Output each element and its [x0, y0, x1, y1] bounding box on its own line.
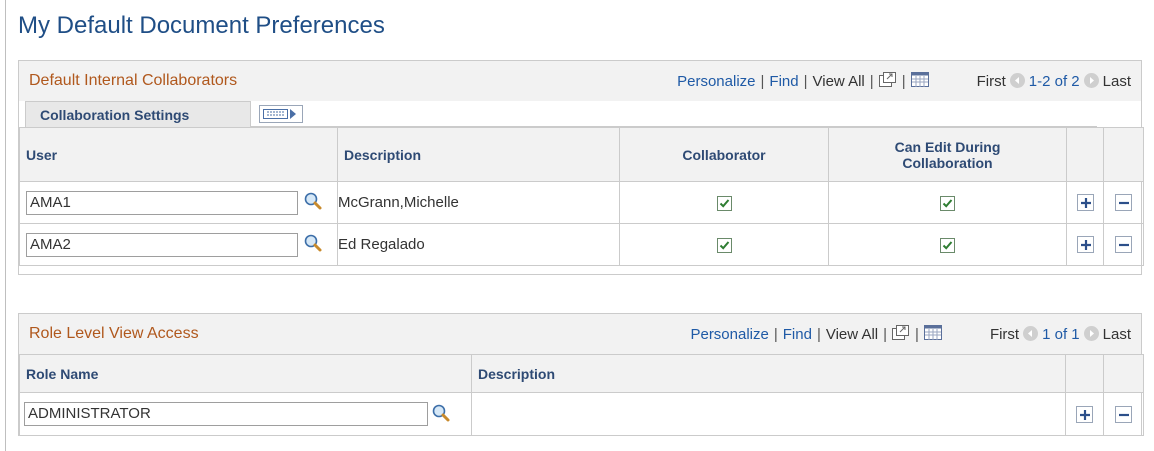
add-cell [1066, 181, 1104, 224]
can-edit-checkbox[interactable] [940, 195, 955, 211]
tab-row: Collaboration Settings [19, 101, 1141, 127]
roles-table: Role Name Description ADMINISTRATOR [19, 354, 1144, 436]
can-edit-cell [828, 223, 1067, 266]
view-all-link[interactable]: View All [813, 73, 865, 90]
add-row-icon[interactable] [1076, 194, 1094, 212]
find-link[interactable]: Find [783, 326, 812, 343]
grid-navigation: Personalize | Find | View All | | First 1 of 1 La… [690, 325, 1131, 345]
column-header-add [1066, 127, 1104, 182]
collaborator-cell [619, 181, 829, 224]
table-row: ADMINISTRATOR [19, 392, 1144, 436]
row-range-label: 1-2 of 2 [1028, 73, 1080, 90]
grid-header: Role Level View Access Personalize | Find |… [19, 314, 1141, 354]
add-cell [1066, 223, 1104, 266]
personalize-link[interactable]: Personalize [690, 326, 768, 343]
column-header-can-edit: Can Edit During Collaboration [828, 127, 1067, 182]
collaborator-cell [619, 223, 829, 266]
collaborator-checkbox[interactable] [716, 195, 732, 211]
delete-cell [1103, 223, 1144, 266]
table-header-row: Role Name Description [19, 354, 1144, 393]
can-edit-header-line2: Collaboration [902, 154, 993, 171]
column-header-role-name: Role Name [19, 354, 472, 393]
new-window-icon[interactable] [892, 325, 910, 345]
view-all-link[interactable]: View All [826, 326, 878, 343]
grid-header: Default Internal Collaborators Personali… [19, 61, 1141, 101]
grid-title: Default Internal Collaborators [29, 72, 238, 89]
download-grid-icon[interactable] [910, 72, 929, 92]
user-input[interactable]: AMA1 [26, 190, 298, 215]
column-header-description: Description [471, 354, 1066, 393]
delete-cell [1103, 181, 1144, 224]
find-link[interactable]: Find [769, 73, 798, 90]
last-link[interactable]: Last [1103, 326, 1131, 343]
personalize-link[interactable]: Personalize [677, 73, 755, 90]
collaborators-table: User Description Collaborator Can Edit D… [19, 127, 1144, 266]
next-arrow-icon[interactable] [1083, 73, 1099, 88]
magnifier-icon[interactable] [303, 233, 323, 256]
column-header-description: Description [337, 127, 620, 182]
last-link[interactable]: Last [1103, 73, 1131, 90]
description-cell [471, 392, 1066, 436]
can-edit-header-line1: Can Edit During [894, 138, 1001, 155]
can-edit-checkbox[interactable] [940, 237, 955, 253]
table-header-row: User Description Collaborator Can Edit D… [19, 127, 1144, 182]
description-cell: McGrann,Michelle [337, 181, 620, 224]
previous-arrow-icon[interactable] [1009, 73, 1025, 88]
collaborator-checkbox[interactable] [716, 237, 732, 253]
role-name-input[interactable]: ADMINISTRATOR [24, 402, 428, 426]
description-cell: Ed Regalado [337, 223, 620, 266]
delete-row-icon[interactable] [1115, 236, 1132, 254]
can-edit-cell [828, 181, 1067, 224]
grid-navigation: Personalize | Find | View All | | First 1-2 of 2… [677, 72, 1131, 92]
delete-row-icon[interactable] [1115, 405, 1132, 423]
role-access-grid: Role Level View Access Personalize | Find |… [18, 313, 1144, 436]
column-header-collaborator: Collaborator [619, 127, 829, 182]
user-cell: AMA2 [19, 223, 338, 266]
column-header-delete [1103, 127, 1144, 182]
first-link[interactable]: First [977, 73, 1006, 90]
table-row: AMA1 McGrann,Michelle [19, 181, 1144, 224]
page-title: My Default Document Preferences [18, 12, 385, 39]
user-cell: AMA1 [19, 181, 338, 224]
first-link[interactable]: First [990, 326, 1019, 343]
add-cell [1065, 392, 1104, 436]
magnifier-icon[interactable] [431, 403, 451, 426]
new-window-icon[interactable] [878, 72, 897, 92]
tab-collaboration-settings[interactable]: Collaboration Settings [25, 101, 251, 127]
delete-row-icon[interactable] [1115, 194, 1132, 212]
user-input[interactable]: AMA2 [26, 232, 298, 257]
row-range-label: 1 of 1 [1042, 326, 1080, 343]
column-header-add [1065, 354, 1104, 393]
add-row-icon[interactable] [1076, 405, 1093, 423]
previous-arrow-icon[interactable] [1023, 326, 1039, 341]
magnifier-icon[interactable] [303, 191, 323, 214]
page-left-border [5, 0, 6, 451]
add-row-icon[interactable] [1076, 236, 1094, 254]
show-all-columns-icon[interactable] [259, 105, 303, 123]
column-header-user: User [19, 127, 338, 182]
column-header-delete [1103, 354, 1144, 393]
grid-title: Role Level View Access [29, 325, 199, 342]
role-name-cell: ADMINISTRATOR [19, 392, 472, 436]
collaborators-grid: Default Internal Collaborators Personali… [18, 60, 1144, 275]
delete-cell [1103, 392, 1144, 436]
download-grid-icon[interactable] [923, 325, 942, 345]
next-arrow-icon[interactable] [1083, 326, 1099, 341]
table-row: AMA2 Ed Regalado [19, 223, 1144, 266]
